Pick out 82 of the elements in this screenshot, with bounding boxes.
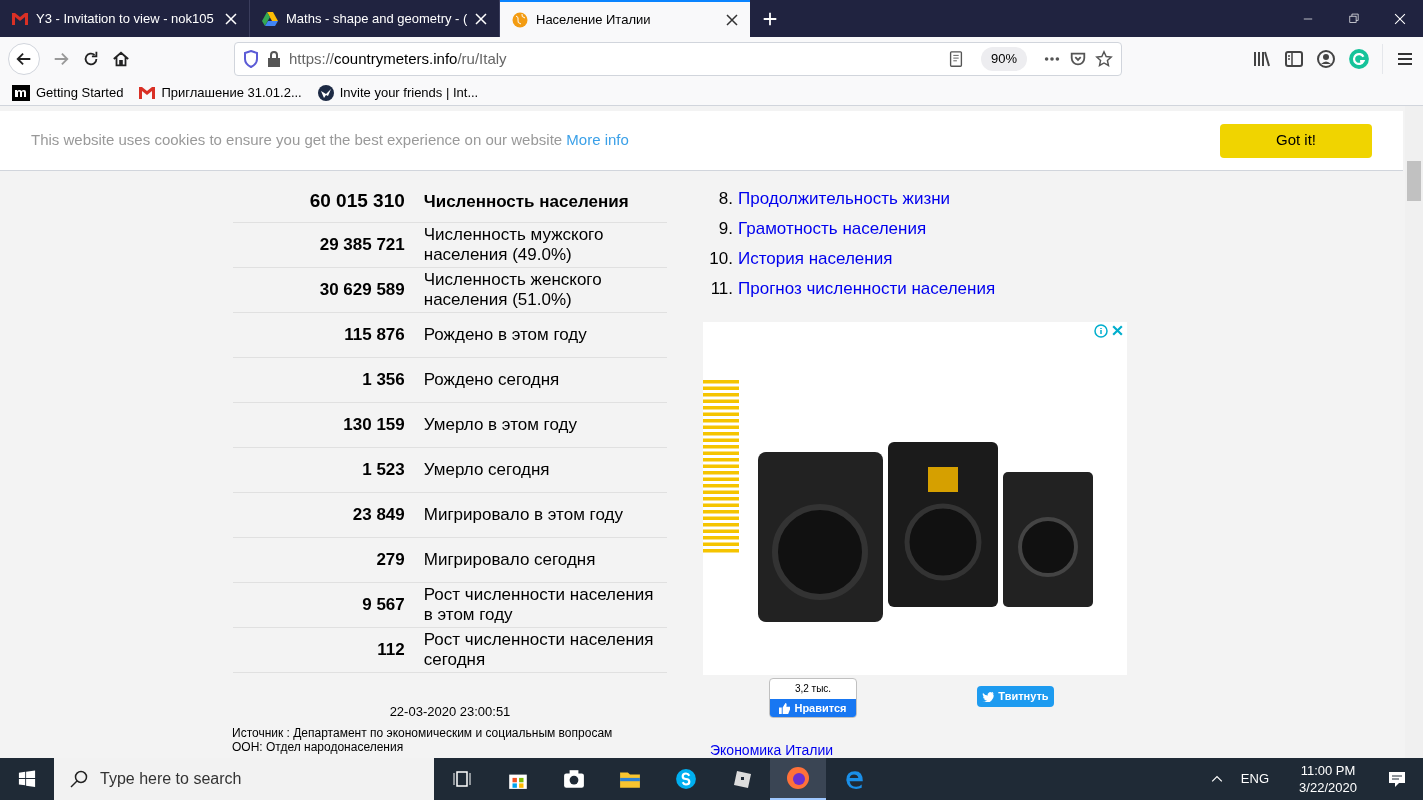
list-number: 10. [708, 248, 733, 271]
cookie-text: This website uses cookies to ensure you get the best experience on our website More info [31, 130, 629, 151]
contents-link[interactable]: Прогноз численности населения [738, 276, 996, 302]
search-icon [70, 770, 88, 788]
task-view-icon[interactable] [452, 769, 472, 789]
list-number: 11. [709, 278, 733, 301]
library-icon[interactable] [1252, 49, 1272, 69]
mail-icon [139, 87, 156, 99]
like-button[interactable]: 3,2 тыс. Нравится [769, 678, 857, 718]
mail-icon [12, 12, 28, 25]
restore-icon[interactable] [1347, 11, 1361, 26]
list-number: 9. [717, 218, 733, 241]
clock[interactable]: 11:00 PM 3/22/2020 [1285, 762, 1371, 796]
star-icon[interactable] [1095, 50, 1113, 68]
stat-value: 30 629 589 [318, 279, 405, 302]
stat-label: Мигрировало в этом году [423, 505, 624, 525]
source-text: Источник : Департамент по экономическим и социальным вопросам ООН: Отдел народонаселения [232, 726, 614, 754]
forward-arrow-icon[interactable] [52, 50, 70, 68]
contents-link[interactable]: Продолжительность жизни [738, 186, 951, 212]
stat-label: Умерло в этом году [423, 415, 578, 435]
stat-label: Численность мужского населения (49.0%) [423, 225, 605, 265]
bookmark-item[interactable]: Invite your friends | Int... [317, 83, 479, 103]
info-icon[interactable] [1094, 324, 1108, 338]
list-number: 8. [717, 188, 733, 211]
stat-label: Рост численности населения сегодня [423, 630, 655, 670]
stat-label: Рождено в этом году [423, 325, 588, 345]
stat-value: 279 [375, 549, 405, 572]
sidebar-icon[interactable] [1284, 49, 1304, 69]
stat-label: Рост численности населения в этом году [423, 585, 655, 625]
s-logo-icon[interactable] [675, 768, 697, 790]
globe-icon [512, 11, 528, 28]
stat-value: 1 523 [361, 459, 405, 482]
stat-value: 29 385 721 [318, 234, 405, 257]
active-taskbar-item[interactable] [770, 758, 826, 800]
got-it-button[interactable]: Got it! [1220, 123, 1372, 158]
bird-icon [982, 691, 995, 702]
contents-link[interactable]: Грамотность населения [738, 216, 927, 242]
stat-label: Численность населения [423, 191, 630, 212]
lock-icon [267, 51, 281, 67]
bird-icon [317, 85, 334, 101]
notification-icon[interactable] [1387, 769, 1407, 789]
tab-title: Y3 - Invitation to view - nok105 [36, 9, 215, 28]
zoom-level[interactable]: 90% [980, 47, 1027, 71]
contents-link[interactable]: История населения [738, 246, 893, 272]
pocket-icon[interactable] [1069, 50, 1087, 68]
browser-tab[interactable]: Население Италии [500, 0, 750, 37]
scrollbar-thumb[interactable] [1407, 161, 1421, 201]
e-logo-icon[interactable] [843, 768, 865, 790]
windows-logo-icon[interactable] [18, 770, 36, 788]
tab-title: Maths - shape and geometry - ( [286, 9, 467, 28]
language-indicator[interactable]: ENG [1240, 769, 1269, 789]
stat-label: Умерло сегодня [423, 460, 551, 480]
stat-value: 112 [376, 639, 405, 662]
stat-label: Рождено сегодня [423, 370, 561, 390]
shield-icon [243, 50, 259, 68]
stat-label: Мигрировало сегодня [423, 550, 597, 570]
stat-value: 23 849 [351, 504, 405, 527]
timestamp: 22-03-2020 23:00:51 [388, 703, 512, 721]
address-bar[interactable]: https://countrymeters.info/ru/Italy 90% [234, 42, 1122, 76]
tab-title: Население Италии [536, 10, 652, 29]
triangle-logo-icon [262, 11, 278, 26]
back-button[interactable] [8, 43, 40, 75]
reload-icon[interactable] [82, 50, 100, 68]
m-logo-icon [12, 85, 30, 101]
stat-value: 115 876 [343, 324, 405, 347]
stat-value: 1 356 [361, 369, 405, 392]
stat-value: 60 015 310 [308, 189, 405, 214]
stat-value: 130 159 [342, 414, 405, 437]
flame-globe-icon [786, 766, 810, 790]
bookmark-item[interactable]: Getting Started [12, 83, 124, 103]
home-icon[interactable] [112, 50, 130, 68]
url-text: https://countrymeters.info/ru/Italy [289, 48, 507, 69]
next-section-link[interactable]: Экономика Италии [710, 742, 1134, 758]
bookmark-item[interactable]: Приглашение 31.01.2... [139, 83, 302, 103]
close-icon[interactable] [726, 13, 738, 26]
close-icon[interactable] [1393, 11, 1407, 26]
taskbar-search-field[interactable]: Type here to search [54, 758, 434, 800]
camera-icon[interactable] [563, 768, 585, 790]
thumbs-up-icon [779, 702, 791, 714]
stat-label: Численность женского населения (51.0%) [423, 270, 603, 310]
account-icon[interactable] [1316, 49, 1336, 69]
stat-value: 9 567 [361, 594, 405, 617]
